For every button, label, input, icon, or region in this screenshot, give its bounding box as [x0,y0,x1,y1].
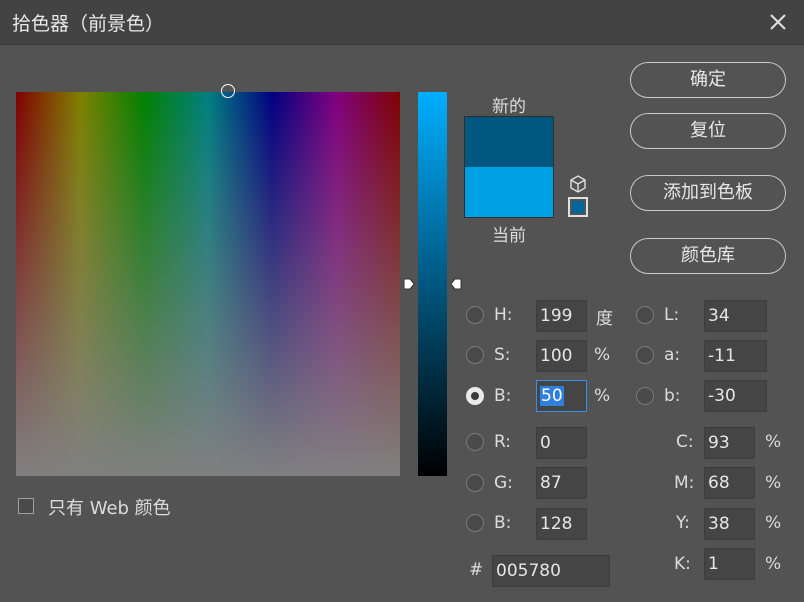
title-bar: 拾色器（前景色） [0,0,804,45]
unit-m: % [765,473,782,493]
input-r[interactable]: 0 [536,427,587,459]
color-preview [464,116,554,218]
input-blue[interactable]: 128 [536,508,587,540]
radio-a[interactable] [636,346,654,364]
input-s[interactable]: 100 [536,340,587,372]
label-l: L: [664,305,680,325]
input-l[interactable]: 34 [704,300,767,332]
input-c[interactable]: 93 [704,427,755,459]
label-k: K: [674,554,691,574]
radio-r[interactable] [466,433,484,451]
ok-button[interactable]: 确定 [630,62,786,98]
unit-c: % [765,432,782,452]
close-icon [770,14,786,30]
websafe-swatch-icon[interactable] [568,197,588,217]
web-only-label: 只有 Web 颜色 [48,498,171,519]
dialog-title: 拾色器（前景色） [12,13,165,35]
unit-h: 度 [596,309,613,329]
add-to-swatches-button[interactable]: 添加到色板 [630,175,786,211]
slider-handle-right-icon[interactable] [450,277,462,291]
label-a: a: [664,345,681,365]
current-color-label: 当前 [492,226,526,246]
new-color-swatch [465,117,553,167]
unit-b: % [594,386,611,406]
close-button[interactable] [762,6,794,38]
input-h[interactable]: 199 [536,300,587,332]
input-m[interactable]: 68 [704,467,755,499]
label-h: H: [494,305,513,325]
input-g[interactable]: 87 [536,467,587,499]
reset-button[interactable]: 复位 [630,113,786,149]
unit-y: % [765,513,782,533]
unit-k: % [765,554,782,574]
label-c: C: [676,432,694,452]
label-blue: B: [494,513,512,533]
color-field[interactable] [16,92,400,476]
input-y[interactable]: 38 [704,508,755,540]
color-slider[interactable] [418,92,447,476]
radio-b[interactable] [466,387,484,405]
input-k[interactable]: 1 [704,548,755,580]
input-b-value: 50 [540,386,564,406]
cube-icon[interactable] [568,174,588,194]
radio-g[interactable] [466,474,484,492]
input-lab-b[interactable]: -30 [704,380,767,412]
input-a[interactable]: -11 [704,340,767,372]
label-b: B: [494,386,512,406]
label-m: M: [674,473,695,493]
label-r: R: [494,432,512,452]
unit-s: % [594,345,611,365]
label-lab-b: b: [664,386,681,406]
input-hex[interactable]: 005780 [492,555,610,587]
radio-blue[interactable] [466,514,484,532]
radio-lab-b[interactable] [636,387,654,405]
label-y: Y: [676,513,690,533]
label-s: S: [494,345,511,365]
radio-l[interactable] [636,306,654,324]
radio-h[interactable] [466,306,484,324]
new-color-label: 新的 [492,97,526,117]
current-color-swatch[interactable] [465,167,553,217]
slider-handle-left-icon[interactable] [403,277,415,291]
web-only-checkbox[interactable] [18,498,34,514]
label-g: G: [494,473,513,493]
color-field-cursor[interactable] [221,84,235,98]
input-b[interactable]: 50 [536,380,587,412]
color-libraries-button[interactable]: 颜色库 [630,238,786,274]
label-hex: # [469,560,484,580]
radio-s[interactable] [466,346,484,364]
